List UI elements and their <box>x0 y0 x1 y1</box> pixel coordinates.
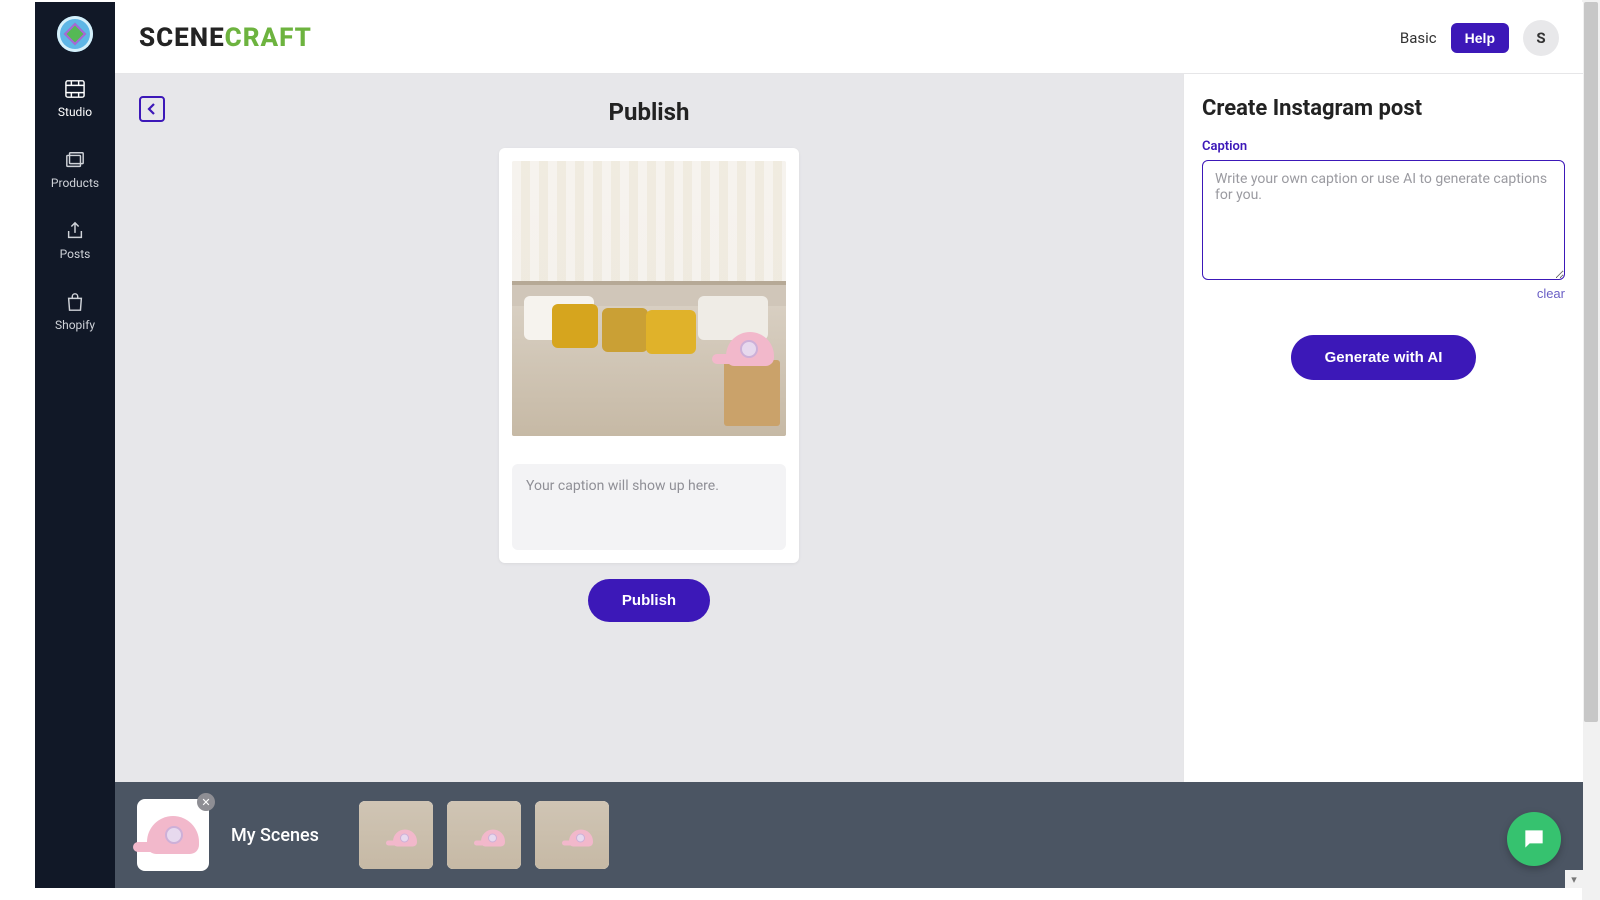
publish-panel: Publish <box>115 74 1183 888</box>
chat-icon <box>1521 826 1547 852</box>
scene-thumb[interactable] <box>447 801 521 869</box>
bag-icon <box>64 291 86 313</box>
outer-scrollbar[interactable] <box>1582 0 1600 900</box>
share-icon <box>64 220 86 242</box>
publish-button[interactable]: Publish <box>588 579 710 622</box>
page-title: Publish <box>609 98 690 126</box>
chat-fab[interactable] <box>1507 812 1561 866</box>
film-icon <box>64 78 86 100</box>
clear-button[interactable]: clear <box>1537 286 1565 301</box>
generate-ai-button[interactable]: Generate with AI <box>1291 335 1477 380</box>
nav-label: Shopify <box>55 318 95 332</box>
help-button[interactable]: Help <box>1451 23 1509 53</box>
panel-title: Create Instagram post <box>1202 96 1565 121</box>
tray-product-remove[interactable]: ✕ <box>197 793 215 811</box>
sidebar: Studio Products Posts <box>35 2 115 888</box>
inner-scroll-down[interactable]: ▾ <box>1565 870 1583 888</box>
caption-input[interactable] <box>1202 160 1565 280</box>
caption-preview: Your caption will show up here. <box>512 464 786 550</box>
scene-tray: ✕ My Scenes <box>115 782 1583 888</box>
create-post-panel: Create Instagram post Caption clear Gene… <box>1183 74 1583 888</box>
chevron-left-icon <box>146 102 158 116</box>
logo-part1: SCENE <box>139 23 225 53</box>
topbar: SCENECRAFT Basic Help S <box>115 2 1583 74</box>
plan-label[interactable]: Basic <box>1400 29 1437 47</box>
tray-product-thumb[interactable]: ✕ <box>137 799 209 871</box>
scene-thumb[interactable] <box>535 801 609 869</box>
caption-field-label: Caption <box>1202 139 1565 154</box>
tray-thumbs <box>359 801 609 869</box>
scene-thumb[interactable] <box>359 801 433 869</box>
outer-scrollbar-thumb[interactable] <box>1584 2 1598 722</box>
nav-label: Studio <box>58 105 92 119</box>
nav-item-posts[interactable]: Posts <box>35 216 115 265</box>
back-button[interactable] <box>139 96 165 122</box>
tray-label: My Scenes <box>231 825 319 846</box>
nav-item-shopify[interactable]: Shopify <box>35 287 115 336</box>
user-avatar[interactable]: S <box>1523 20 1559 56</box>
logo-part2: CRAFT <box>225 23 312 53</box>
nav-item-studio[interactable]: Studio <box>35 74 115 123</box>
nav-label: Posts <box>60 247 91 261</box>
stack-icon <box>64 149 86 171</box>
nav-label: Products <box>51 176 99 190</box>
close-icon: ✕ <box>201 796 210 809</box>
app-logo: SCENECRAFT <box>139 23 312 53</box>
post-preview-card: Your caption will show up here. <box>499 148 799 563</box>
nav-item-products[interactable]: Products <box>35 145 115 194</box>
brand-badge-icon <box>57 16 93 52</box>
post-preview-image <box>512 161 786 436</box>
